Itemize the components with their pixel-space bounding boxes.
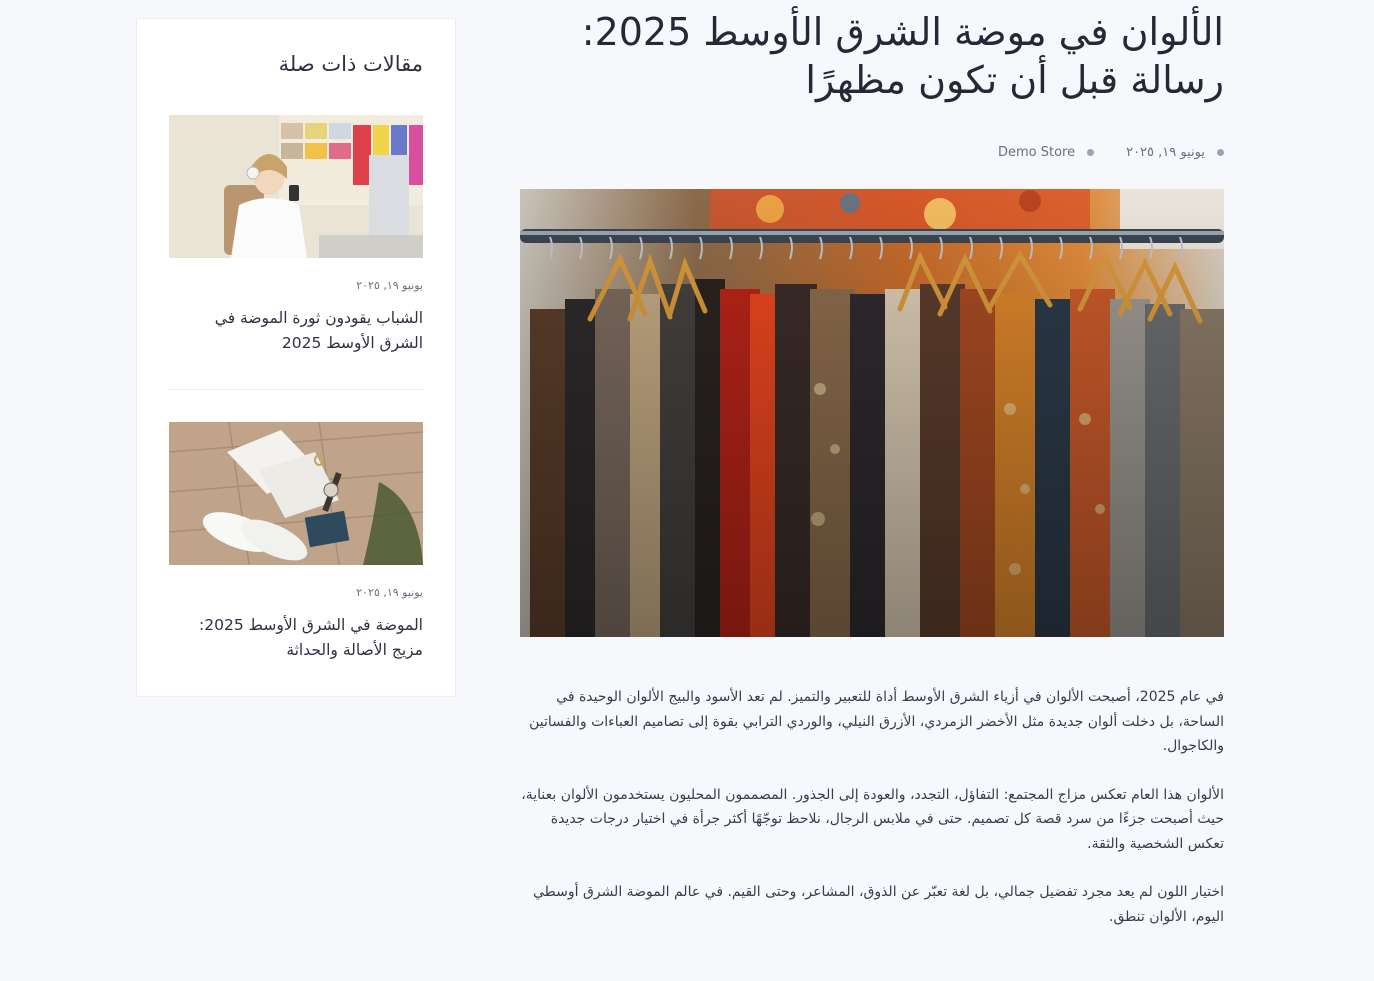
article-title: الألوان في موضة الشرق الأوسط 2025: رسالة… [520, 8, 1225, 104]
related-article-thumbnail[interactable] [169, 115, 423, 258]
article-hero-image [520, 189, 1224, 637]
woman-headphones-photo [169, 115, 423, 258]
article-paragraph: في عام 2025، أصبحت الألوان في أزياء الشر… [529, 689, 1224, 754]
article-paragraph: الألوان هذا العام تعكس مزاج المجتمع: الت… [521, 786, 1224, 852]
dot-icon [1087, 148, 1095, 156]
blog-article-page: الألوان في موضة الشرق الأوسط 2025: رسالة… [0, 0, 1374, 981]
clothing-rack-photo [520, 189, 1224, 637]
sneakers-flatlay-photo [169, 422, 423, 565]
related-article-date: يونيو ١٩, ٢٠٢٥ [356, 586, 423, 599]
article: الألوان في موضة الشرق الأوسط 2025: رسالة… [520, 8, 1224, 953]
related-article-title[interactable]: الموضة في الشرق الأوسط 2025: مزيج الأصال… [169, 613, 423, 663]
divider [169, 389, 423, 390]
article-body: في عام 2025، أصبحت الألوان في أزياء الشر… [520, 685, 1224, 929]
related-articles-sidebar: مقالات ذات صلة يونيو ١٩, ٢٠٢٥ الشباب يقو… [136, 18, 456, 697]
sidebar-title: مقالات ذات صلة [278, 52, 423, 76]
article-title-line-1: الألوان في موضة الشرق الأوسط 2025: [581, 10, 1225, 54]
related-article-title[interactable]: الشباب يقودون ثورة الموضة في الشرق الأوس… [169, 306, 423, 356]
article-meta: يونيو ١٩, ٢٠٢٥ Demo Store [520, 142, 1224, 162]
related-article-thumbnail[interactable] [169, 422, 423, 565]
article-author[interactable]: Demo Store [998, 145, 1095, 160]
dot-icon [1217, 148, 1224, 156]
article-author-text[interactable]: Demo Store [998, 145, 1075, 160]
article-title-line-2: رسالة قبل أن تكون مظهرًا [805, 58, 1224, 102]
article-date-text: يونيو ١٩, ٢٠٢٥ [1126, 144, 1205, 160]
related-article-card[interactable]: يونيو ١٩, ٢٠٢٥ الموضة في الشرق الأوسط 20… [169, 422, 423, 663]
article-paragraph: اختيار اللون لم يعد مجرد تفضيل جمالي، بل… [533, 884, 1224, 925]
article-date: يونيو ١٩, ٢٠٢٥ [1126, 145, 1224, 160]
related-article-card[interactable]: يونيو ١٩, ٢٠٢٥ الشباب يقودون ثورة الموضة… [169, 115, 423, 356]
related-article-date: يونيو ١٩, ٢٠٢٥ [356, 279, 423, 292]
